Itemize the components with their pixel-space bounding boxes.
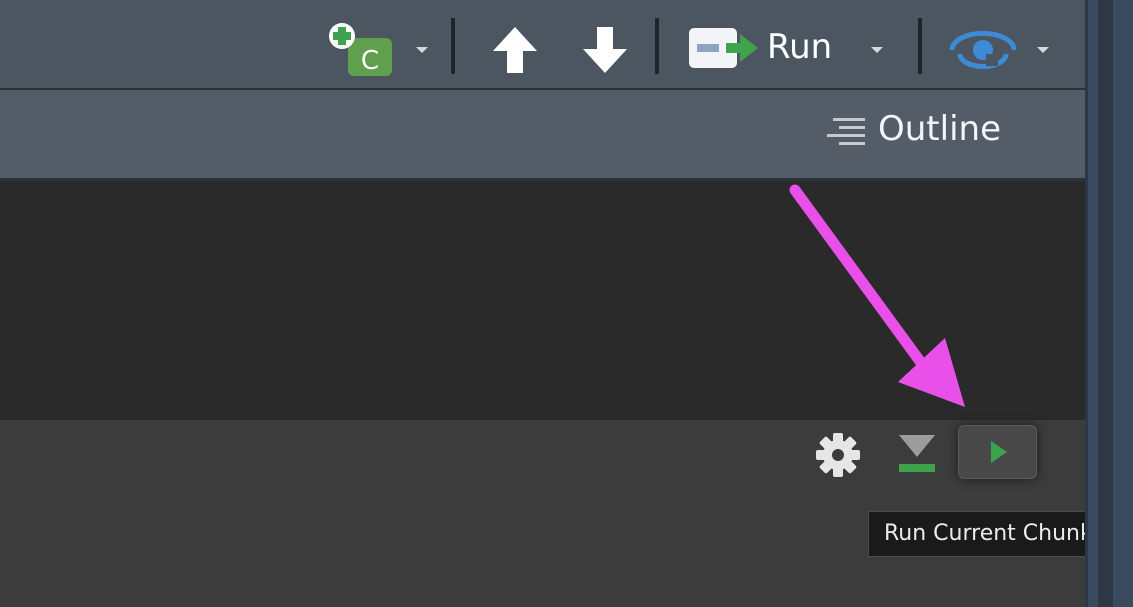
- arrow-up-icon: [493, 27, 537, 73]
- run-code-icon: [689, 28, 758, 68]
- outline-lines-icon: [827, 118, 865, 145]
- run-previous-chunks-icon: [899, 435, 935, 472]
- publish-button[interactable]: [948, 24, 1018, 76]
- insert-chunk-button[interactable]: C: [326, 22, 398, 78]
- toolbar-separator: [918, 18, 922, 74]
- insert-chunk-letter: C: [361, 46, 379, 76]
- editor-toolbar: C Run: [0, 0, 1085, 88]
- window-edge: [1085, 0, 1133, 607]
- run-current-chunk-button[interactable]: [958, 425, 1037, 479]
- chunk-settings-button[interactable]: [814, 431, 862, 479]
- outline-label[interactable]: Outline: [878, 108, 1001, 150]
- play-icon: [991, 441, 1007, 463]
- gear-icon: [816, 433, 860, 477]
- toolbar-separator: [655, 18, 659, 74]
- run-button[interactable]: [688, 26, 760, 70]
- go-to-next-button[interactable]: [580, 25, 630, 75]
- go-to-previous-button[interactable]: [490, 25, 540, 75]
- run-previous-chunks-button[interactable]: [896, 432, 938, 476]
- insert-chunk-icon: C: [329, 23, 392, 76]
- run-button-label[interactable]: Run: [767, 27, 832, 67]
- code-editor[interactable]: [0, 181, 1085, 420]
- run-dropdown[interactable]: [871, 47, 883, 53]
- arrow-down-icon: [583, 27, 627, 73]
- toolbar-separator: [451, 18, 455, 74]
- insert-chunk-dropdown[interactable]: [416, 47, 428, 53]
- publish-dropdown[interactable]: [1037, 47, 1049, 53]
- outline-button[interactable]: [825, 112, 873, 152]
- publish-icon: [949, 30, 1017, 70]
